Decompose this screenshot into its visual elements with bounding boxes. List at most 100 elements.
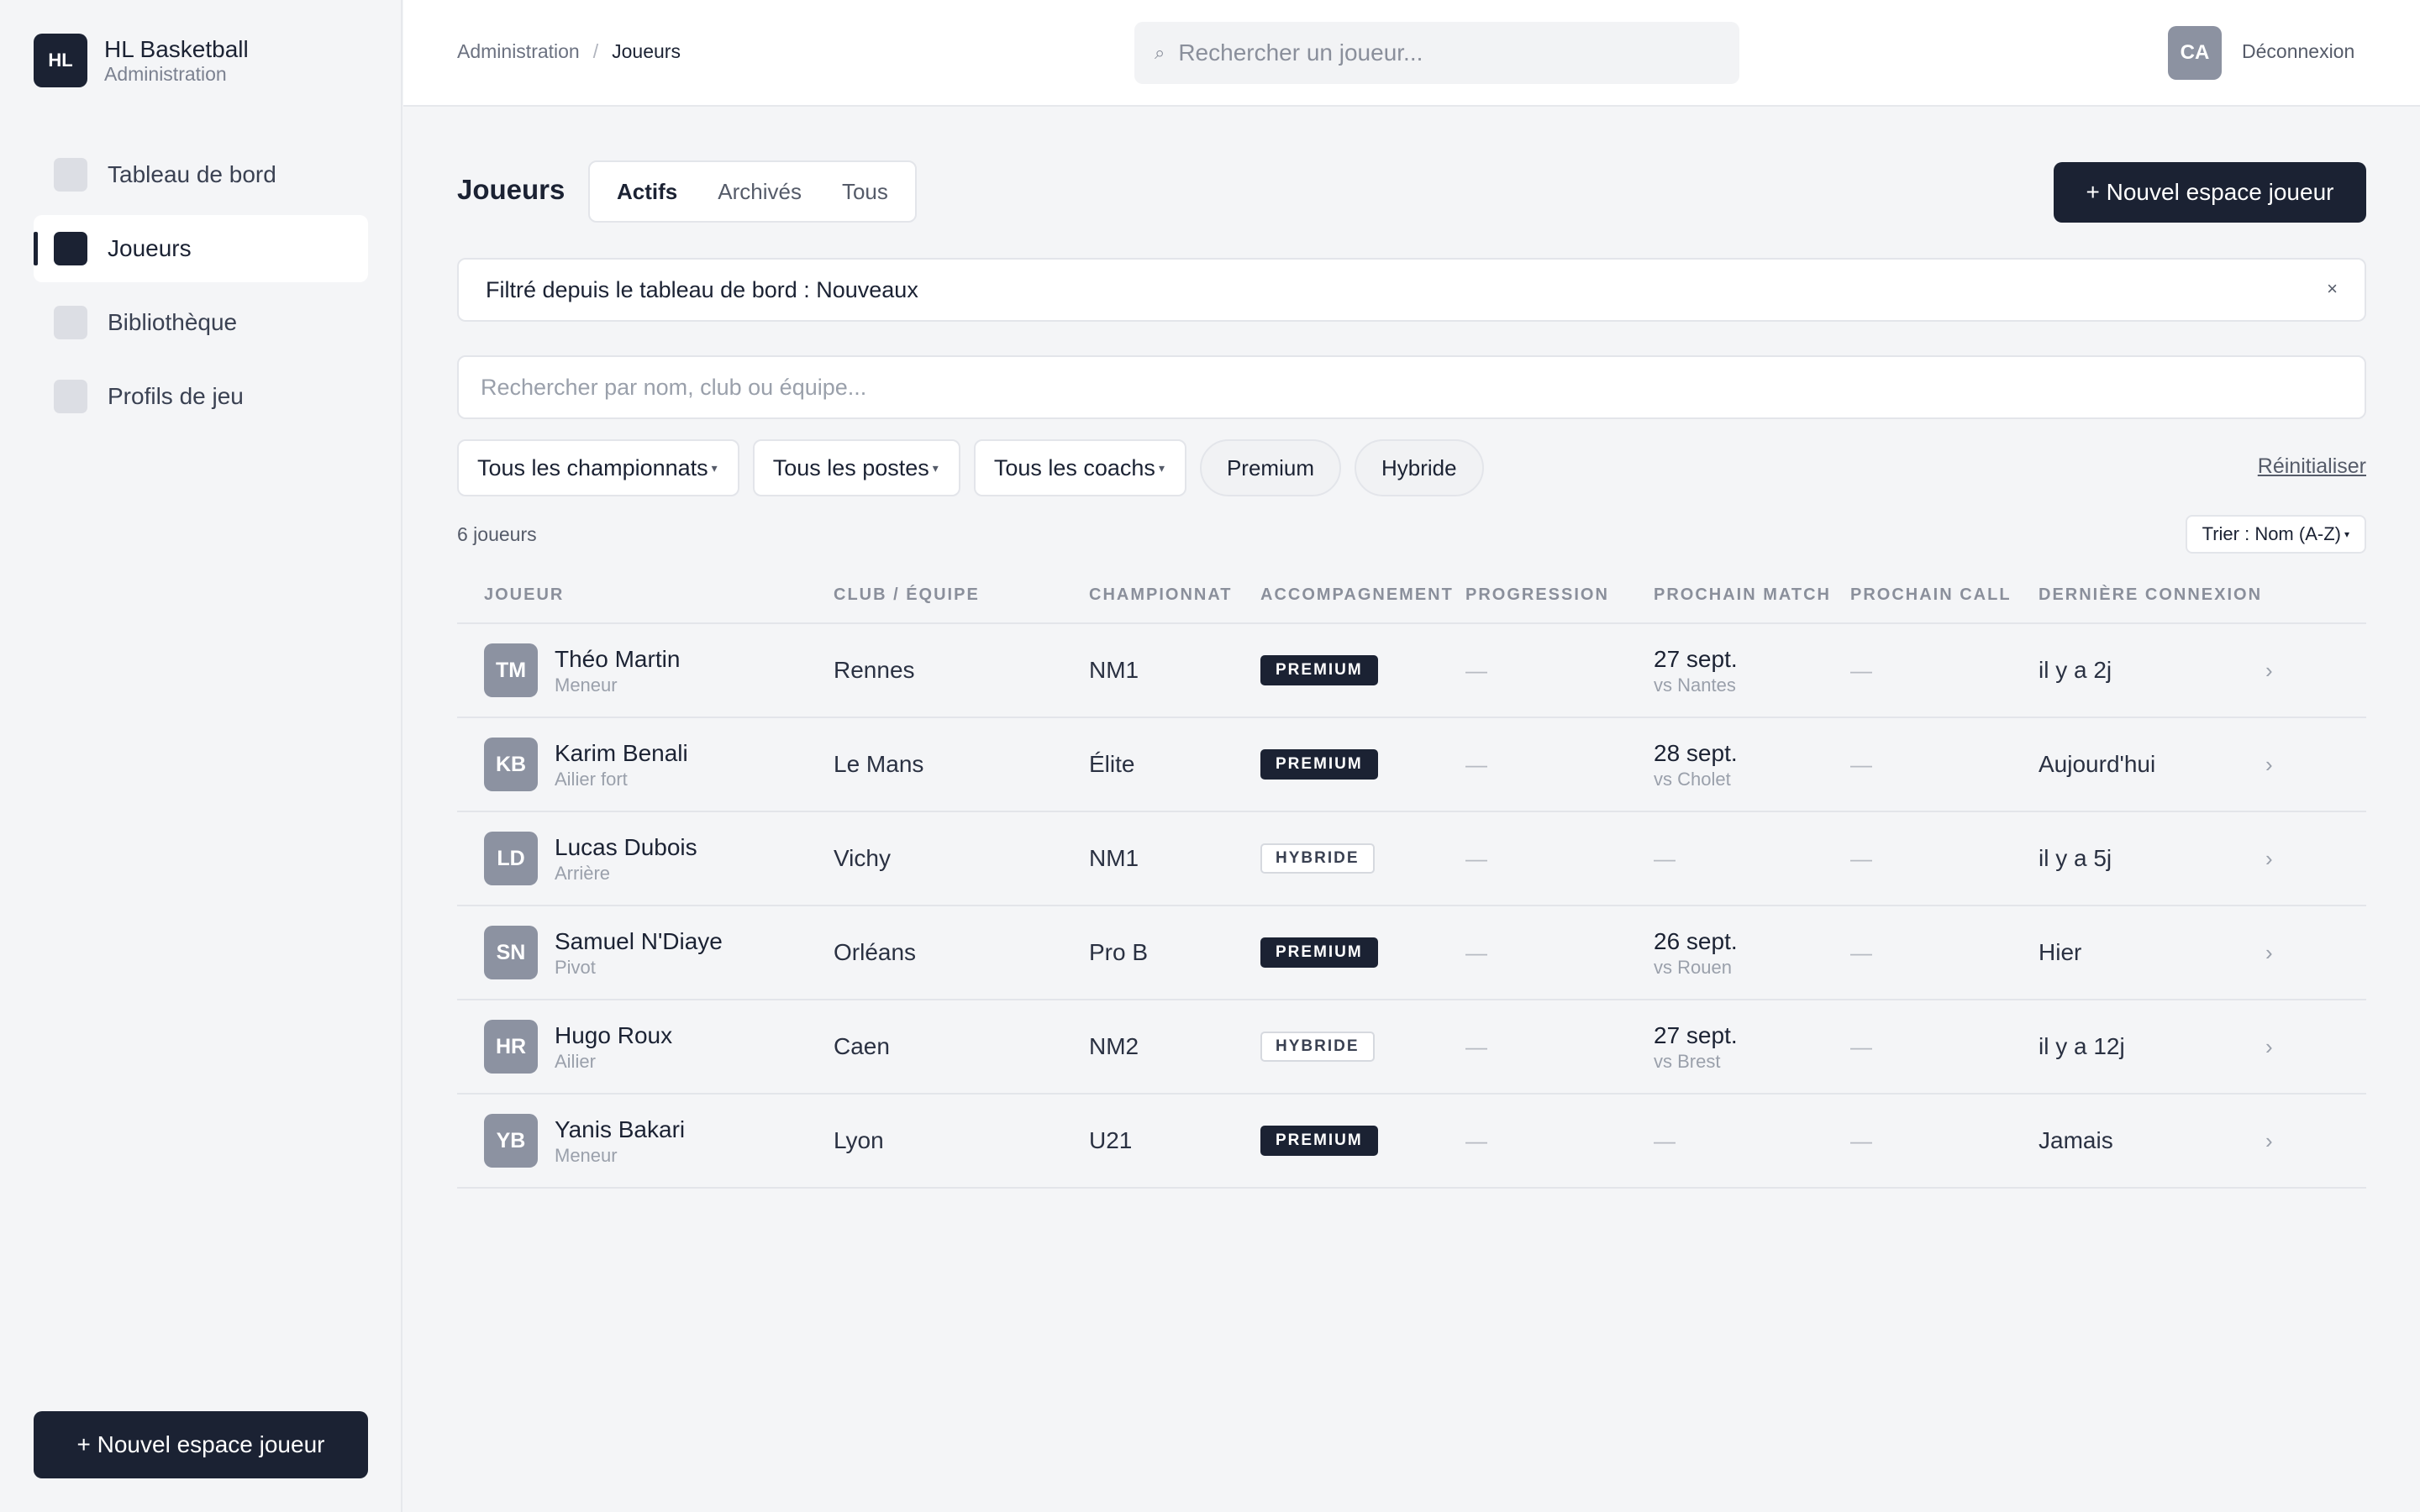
plan-badge: PREMIUM bbox=[1260, 1126, 1378, 1156]
empty-value: — bbox=[1850, 751, 1872, 777]
brand-subtitle: Administration bbox=[104, 63, 227, 85]
tab-active[interactable]: Actifs bbox=[597, 179, 697, 205]
column-header-league[interactable]: Championnat bbox=[1089, 585, 1233, 605]
plan-cell: PREMIUM bbox=[1260, 624, 1378, 717]
tab-archived[interactable]: Archivés bbox=[697, 179, 822, 205]
league-cell: Pro B bbox=[1089, 939, 1149, 965]
player-role: Pivot bbox=[555, 957, 596, 978]
next-call-cell: — bbox=[1850, 1000, 1872, 1093]
league-cell: U21 bbox=[1089, 1127, 1133, 1153]
column-header-last-login[interactable]: Dernière connexion bbox=[2039, 585, 2262, 605]
league-cell: Élite bbox=[1089, 751, 1135, 777]
table-row[interactable]: KB Karim Benali Ailier fort Le Mans Élite PRE… bbox=[457, 718, 2366, 812]
plan-badge: HYBRIDE bbox=[1260, 843, 1375, 874]
close-icon[interactable]: × bbox=[2327, 278, 2338, 300]
player-role: Ailier bbox=[555, 1051, 596, 1072]
plan-badge: PREMIUM bbox=[1260, 749, 1378, 780]
last-login-cell: Hier bbox=[2039, 939, 2082, 965]
next-call-cell: — bbox=[1850, 624, 1872, 717]
empty-value: — bbox=[1850, 845, 1872, 871]
player-cell: KB Karim Benali Ailier fort bbox=[457, 718, 827, 811]
player-role: Arrière bbox=[555, 863, 611, 884]
row-chevron[interactable]: › bbox=[2265, 624, 2273, 717]
next-match-opponent: vs Nantes bbox=[1654, 675, 1736, 696]
chevron-down-icon: ▾ bbox=[711, 460, 718, 475]
players-table: Joueur Club / Équipe Championnat Accompa… bbox=[457, 585, 2366, 1189]
user-avatar[interactable]: CA bbox=[2168, 26, 2222, 80]
plan-badge: HYBRIDE bbox=[1260, 1032, 1375, 1062]
club-cell: Lyon bbox=[834, 1127, 884, 1153]
table-row[interactable]: HR Hugo Roux Ailier Caen NM2 HYBRIDE — 27 sept.… bbox=[457, 1000, 2366, 1095]
empty-value: — bbox=[1850, 1033, 1872, 1059]
next-match-opponent: vs Rouen bbox=[1654, 957, 1732, 978]
logout-link[interactable]: Déconnexion bbox=[2242, 40, 2354, 63]
sidebar-item-players[interactable]: Joueurs bbox=[34, 215, 368, 282]
empty-value: — bbox=[1465, 657, 1487, 683]
sidebar-new-player-button[interactable]: + Nouvel espace joueur bbox=[34, 1411, 368, 1478]
coach-select-label: Tous les coachs bbox=[993, 454, 1155, 480]
column-header-plan[interactable]: Accompagnement bbox=[1260, 585, 1454, 605]
championship-select[interactable]: Tous les championnats ▾ bbox=[457, 439, 739, 496]
row-chevron[interactable]: › bbox=[2265, 906, 2273, 999]
player-avatar: SN bbox=[484, 926, 538, 979]
chevron-right-icon: › bbox=[2265, 845, 2273, 871]
table-header: Joueur Club / Équipe Championnat Accompa… bbox=[457, 585, 2366, 624]
table-row[interactable]: LD Lucas Dubois Arrière Vichy NM1 HYBRIDE — — — i… bbox=[457, 812, 2366, 906]
next-match-cell: 26 sept. vs Rouen bbox=[1654, 906, 1839, 999]
reset-filters-link[interactable]: Réinitialiser bbox=[2258, 454, 2366, 479]
chevron-right-icon: › bbox=[2265, 939, 2273, 965]
player-avatar: LD bbox=[484, 832, 538, 885]
next-call-cell: — bbox=[1850, 1095, 1872, 1187]
premium-chip[interactable]: Premium bbox=[1199, 439, 1341, 496]
table-row[interactable]: TM Théo Martin Meneur Rennes NM1 PREMIUM — 27 s… bbox=[457, 624, 2366, 718]
progress-cell: — bbox=[1465, 1000, 1487, 1093]
progress-cell: — bbox=[1465, 812, 1487, 905]
player-avatar: KB bbox=[484, 738, 538, 791]
table-row[interactable]: YB Yanis Bakari Meneur Lyon U21 PREMIUM — — — Jam… bbox=[457, 1095, 2366, 1189]
breadcrumb-root[interactable]: Administration bbox=[457, 40, 580, 63]
status-tabs: Actifs Archivés Tous bbox=[588, 160, 917, 223]
search-icon: ⌕ bbox=[1155, 42, 1165, 63]
sidebar-item-dashboard[interactable]: Tableau de bord bbox=[34, 141, 368, 208]
club-cell: Vichy bbox=[834, 845, 891, 871]
next-match-cell: — bbox=[1654, 1095, 1676, 1187]
position-select[interactable]: Tous les postes ▾ bbox=[752, 439, 960, 496]
sidebar-item-library[interactable]: Bibliothèque bbox=[34, 289, 368, 356]
row-chevron[interactable]: › bbox=[2265, 812, 2273, 905]
sort-select[interactable]: Trier : Nom (A-Z) ▾ bbox=[2185, 515, 2366, 554]
chevron-right-icon: › bbox=[2265, 1127, 2273, 1153]
empty-value: — bbox=[1465, 751, 1487, 777]
progress-cell: — bbox=[1465, 624, 1487, 717]
sidebar-item-game-profiles[interactable]: Profils de jeu bbox=[34, 363, 368, 430]
new-player-button[interactable]: + Nouvel espace joueur bbox=[2054, 162, 2366, 223]
hybrid-chip[interactable]: Hybride bbox=[1354, 439, 1484, 496]
table-search-input[interactable] bbox=[457, 355, 2366, 419]
last-login-cell: il y a 2j bbox=[2039, 657, 2112, 683]
sidebar-item-label: Joueurs bbox=[108, 235, 192, 261]
row-chevron[interactable]: › bbox=[2265, 718, 2273, 811]
column-header-next-match[interactable]: Prochain match bbox=[1654, 585, 1831, 605]
next-call-cell: — bbox=[1850, 812, 1872, 905]
coach-select[interactable]: Tous les coachs ▾ bbox=[973, 439, 1186, 496]
chevron-down-icon: ▾ bbox=[932, 460, 939, 475]
column-header-club[interactable]: Club / Équipe bbox=[834, 585, 980, 605]
last-login-cell: Aujourd'hui bbox=[2039, 751, 2156, 777]
global-search-input[interactable] bbox=[1178, 39, 1717, 66]
league-cell: NM1 bbox=[1089, 845, 1139, 871]
player-cell: SN Samuel N'Diaye Pivot bbox=[457, 906, 827, 999]
breadcrumb-separator: / bbox=[592, 40, 599, 62]
column-header-next-call[interactable]: Prochain call bbox=[1850, 585, 2012, 605]
chevron-down-icon: ▾ bbox=[2344, 528, 2349, 540]
column-header-progress[interactable]: Progression bbox=[1465, 585, 1609, 605]
club-cell: Le Mans bbox=[834, 751, 924, 777]
row-chevron[interactable]: › bbox=[2265, 1095, 2273, 1187]
table-row[interactable]: SN Samuel N'Diaye Pivot Orléans Pro B PREMIUM… bbox=[457, 906, 2366, 1000]
brand-name: HL Basketball bbox=[104, 36, 249, 62]
column-header-player[interactable]: Joueur bbox=[484, 585, 564, 605]
row-chevron[interactable]: › bbox=[2265, 1000, 2273, 1093]
tab-all[interactable]: Tous bbox=[822, 179, 908, 205]
page-title: Joueurs bbox=[457, 174, 566, 205]
club-cell: Rennes bbox=[834, 657, 915, 683]
sidebar-item-label: Tableau de bord bbox=[108, 161, 276, 187]
next-match-opponent: vs Cholet bbox=[1654, 769, 1731, 790]
